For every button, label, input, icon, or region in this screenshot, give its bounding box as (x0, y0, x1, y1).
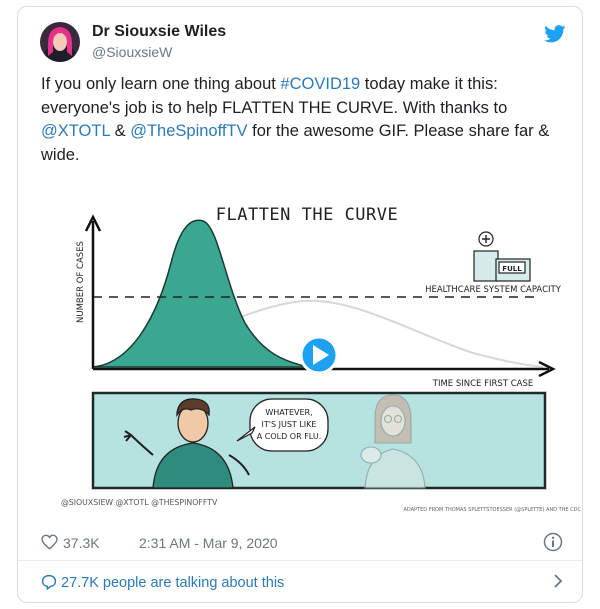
speech-line: WHATEVER, (265, 408, 312, 417)
divider (18, 560, 582, 561)
tweet-meta: 37.3K 2:31 AM - Mar 9, 2020 (41, 532, 563, 556)
chart-title: FLATTEN THE CURVE (216, 205, 399, 225)
capacity-label: HEALTHCARE SYSTEM CAPACITY (425, 285, 562, 295)
x-axis-label: TIME SINCE FIRST CASE (432, 379, 533, 389)
avatar[interactable] (40, 22, 80, 62)
epidemic-curve (92, 219, 309, 368)
conversation-label[interactable]: 27.7K people are talking about this (61, 575, 284, 591)
like-count[interactable]: 37.3K (63, 535, 100, 551)
tweet-text: If you only learn one thing about #COVID… (41, 73, 566, 167)
chevron-right-icon[interactable] (552, 573, 564, 594)
gif-media[interactable]: FLATTEN THE CURVE HEALTHCARE SYSTEM CAPA… (53, 193, 585, 523)
author-name[interactable]: Dr Siouxsie Wiles (92, 23, 226, 41)
speech-line: IT'S JUST LIKE (262, 420, 317, 429)
hospital-sign: FULL (502, 265, 522, 273)
hashtag-link[interactable]: #COVID19 (280, 75, 360, 93)
mention-link[interactable]: @XTOTL (41, 122, 110, 140)
y-axis-label: NUMBER OF CASES (76, 241, 86, 323)
info-icon[interactable] (543, 532, 563, 555)
twitter-bird-icon[interactable] (544, 25, 566, 48)
play-button[interactable] (299, 335, 339, 375)
speech-line: A COLD OR FLU. (257, 432, 322, 441)
credits-right: ADAPTED FROM THOMAS SPLETTSTOESSER (@SPL… (403, 507, 581, 513)
mention-link[interactable]: @TheSpinoffTV (130, 122, 247, 140)
author-handle[interactable]: @SiouxsieW (92, 44, 172, 60)
timestamp[interactable]: 2:31 AM - Mar 9, 2020 (139, 535, 278, 551)
hospital-icon (473, 231, 531, 282)
speech-bubble-icon (41, 574, 57, 594)
credits-left: @SIOUXSIEW @XTOTL @THESPINOFFTV (61, 498, 218, 507)
tweet-text-part: & (110, 122, 131, 140)
heart-icon[interactable] (41, 534, 58, 553)
tweet-card: Dr Siouxsie Wiles @SiouxsieW If you only… (17, 6, 583, 603)
tweet-text-part: If you only learn one thing about (41, 75, 281, 93)
